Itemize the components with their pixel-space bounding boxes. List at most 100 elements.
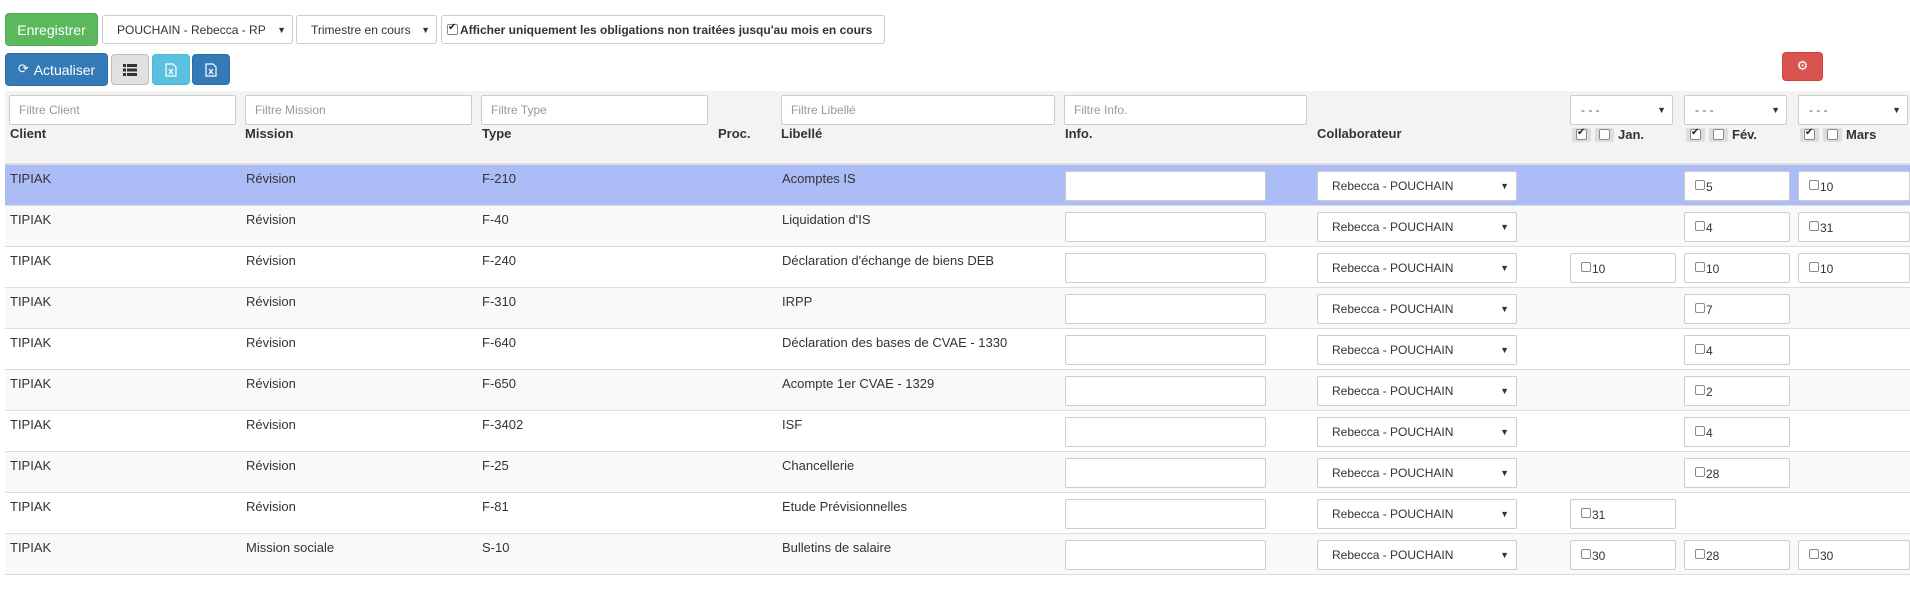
month-fev-cell[interactable]: 4 bbox=[1684, 212, 1790, 242]
check-all-mars-button[interactable] bbox=[1800, 127, 1819, 142]
month-mars-select-value: - - - bbox=[1809, 103, 1828, 117]
month-jan-checkbox[interactable] bbox=[1581, 549, 1591, 559]
uncheck-all-mars-button[interactable] bbox=[1823, 127, 1842, 142]
column-mission: Mission bbox=[245, 126, 294, 141]
check-all-fev-button[interactable] bbox=[1686, 127, 1705, 142]
month-mars-cell[interactable]: 30 bbox=[1798, 540, 1910, 570]
settings-button[interactable]: ⚙ bbox=[1782, 52, 1823, 81]
libelle-cell: Acomptes IS bbox=[782, 171, 856, 186]
export-excel-full-button[interactable] bbox=[192, 54, 230, 85]
collaborateur-select[interactable]: Rebecca - POUCHAIN ▼ bbox=[1317, 540, 1517, 570]
info-input[interactable] bbox=[1065, 294, 1266, 324]
month-mars-cell[interactable]: 10 bbox=[1798, 253, 1910, 283]
collaborateur-select[interactable]: Rebecca - POUCHAIN ▼ bbox=[1317, 376, 1517, 406]
month-fev-checkbox[interactable] bbox=[1695, 303, 1705, 313]
month-fev-checkbox[interactable] bbox=[1695, 262, 1705, 272]
refresh-button[interactable]: ⟳ Actualiser bbox=[5, 53, 108, 86]
month-fev-checkbox[interactable] bbox=[1695, 221, 1705, 231]
month-fev-checkbox[interactable] bbox=[1695, 180, 1705, 190]
libelle-cell: Acompte 1er CVAE - 1329 bbox=[782, 376, 935, 391]
collaborateur-select[interactable]: Rebecca - POUCHAIN ▼ bbox=[1317, 212, 1517, 242]
info-input[interactable] bbox=[1065, 417, 1266, 447]
month-jan-checkbox[interactable] bbox=[1581, 262, 1591, 272]
info-input[interactable] bbox=[1065, 376, 1266, 406]
month-jan-cell[interactable]: 10 bbox=[1570, 253, 1676, 283]
info-filter-input[interactable]: Filtre Info. bbox=[1064, 95, 1307, 125]
month-fev-checkbox[interactable] bbox=[1695, 344, 1705, 354]
collaborateur-select[interactable]: Rebecca - POUCHAIN ▼ bbox=[1317, 417, 1517, 447]
list-view-button[interactable] bbox=[111, 54, 149, 85]
mission-filter-input[interactable]: Filtre Mission bbox=[245, 95, 472, 125]
month-jan-cell[interactable]: 31 bbox=[1570, 499, 1676, 529]
month-fev-checkbox[interactable] bbox=[1695, 426, 1705, 436]
mission-cell: Révision bbox=[246, 294, 296, 309]
month-fev-cell[interactable]: 2 bbox=[1684, 376, 1790, 406]
type-filter-input[interactable]: Filtre Type bbox=[481, 95, 708, 125]
month-mars-select[interactable]: - - - ▼ bbox=[1798, 95, 1908, 125]
month-mars-cell[interactable]: 10 bbox=[1798, 171, 1910, 201]
libelle-filter-input[interactable]: Filtre Libellé bbox=[781, 95, 1055, 125]
month-mars-checkbox[interactable] bbox=[1809, 262, 1819, 272]
month-mars-checkbox[interactable] bbox=[1809, 180, 1819, 190]
client-cell: TIPIAK bbox=[10, 540, 52, 555]
month-fev-select-value: - - - bbox=[1695, 103, 1714, 117]
check-all-jan-button[interactable] bbox=[1572, 127, 1591, 142]
month-mars-cell[interactable]: 31 bbox=[1798, 212, 1910, 242]
collaborateur-select[interactable]: Rebecca - POUCHAIN ▼ bbox=[1317, 294, 1517, 324]
month-fev-checkbox[interactable] bbox=[1695, 385, 1705, 395]
month-fev-select[interactable]: - - - ▼ bbox=[1684, 95, 1787, 125]
only-untreated-checkbox[interactable] bbox=[447, 22, 458, 35]
collaborateur-value: Rebecca - POUCHAIN bbox=[1332, 343, 1454, 357]
collaborateur-select[interactable]: Rebecca - POUCHAIN ▼ bbox=[1317, 253, 1517, 283]
collaborateur-select[interactable]: Rebecca - POUCHAIN ▼ bbox=[1317, 458, 1517, 488]
only-untreated-filter[interactable]: Afficher uniquement les obligations non … bbox=[441, 15, 885, 44]
user-select[interactable]: POUCHAIN - Rebecca - RP ▼ bbox=[102, 15, 293, 44]
month-fev-cell[interactable]: 28 bbox=[1684, 458, 1790, 488]
table-row[interactable]: TIPIAK Révision F-3402 ISF Rebecca - POUCHAI… bbox=[5, 411, 1910, 452]
collaborateur-select[interactable]: Rebecca - POUCHAIN ▼ bbox=[1317, 335, 1517, 365]
table-row[interactable]: TIPIAK Révision F-25 Chancellerie Rebecca - … bbox=[5, 452, 1910, 493]
collaborateur-select[interactable]: Rebecca - POUCHAIN ▼ bbox=[1317, 171, 1517, 201]
month-fev-cell[interactable]: 7 bbox=[1684, 294, 1790, 324]
table-row[interactable]: TIPIAK Révision F-81 Etude Prévisionnelles R… bbox=[5, 493, 1910, 534]
table-row[interactable]: TIPIAK Révision F-310 IRPP Rebecca - POUCHAI… bbox=[5, 288, 1910, 329]
month-jan-cell[interactable]: 30 bbox=[1570, 540, 1676, 570]
month-jan-select[interactable]: - - - ▼ bbox=[1570, 95, 1673, 125]
column-client: Client bbox=[10, 126, 47, 141]
period-select[interactable]: Trimestre en cours ▼ bbox=[296, 15, 437, 44]
month-jan-checkbox[interactable] bbox=[1581, 508, 1591, 518]
month-fev-checkbox[interactable] bbox=[1695, 467, 1705, 477]
uncheck-all-fev-button[interactable] bbox=[1709, 127, 1728, 142]
month-fev-cell[interactable]: 4 bbox=[1684, 335, 1790, 365]
save-button[interactable]: Enregistrer bbox=[5, 13, 98, 46]
table-row[interactable]: TIPIAK Révision F-640 Déclaration des bases… bbox=[5, 329, 1910, 370]
collaborateur-select[interactable]: Rebecca - POUCHAIN ▼ bbox=[1317, 499, 1517, 529]
month-fev-checkbox[interactable] bbox=[1695, 549, 1705, 559]
info-input[interactable] bbox=[1065, 335, 1266, 365]
month-fev-cell[interactable]: 5 bbox=[1684, 171, 1790, 201]
info-input[interactable] bbox=[1065, 171, 1266, 201]
chevron-down-icon: ▼ bbox=[1500, 468, 1509, 478]
month-mars-checkbox[interactable] bbox=[1809, 549, 1819, 559]
table-row[interactable]: TIPIAK Révision F-210 Acomptes IS Rebecca - … bbox=[5, 165, 1910, 206]
table-row[interactable]: TIPIAK Révision F-650 Acompte 1er CVAE - 13… bbox=[5, 370, 1910, 411]
month-fev-cell[interactable]: 10 bbox=[1684, 253, 1790, 283]
uncheck-all-jan-button[interactable] bbox=[1595, 127, 1614, 142]
table-row[interactable]: TIPIAK Révision F-240 Déclaration d'échange… bbox=[5, 247, 1910, 288]
info-input[interactable] bbox=[1065, 499, 1266, 529]
info-input[interactable] bbox=[1065, 540, 1266, 570]
month-fev-cell[interactable]: 4 bbox=[1684, 417, 1790, 447]
chevron-down-icon: ▼ bbox=[1500, 222, 1509, 232]
month-jan-day: 10 bbox=[1592, 262, 1606, 276]
export-excel-button[interactable] bbox=[152, 54, 190, 85]
month-mars-checkbox[interactable] bbox=[1809, 221, 1819, 231]
month-fev-day: 10 bbox=[1706, 262, 1720, 276]
table-row[interactable]: TIPIAK Révision F-40 Liquidation d'IS Rebecc… bbox=[5, 206, 1910, 247]
month-fev-cell[interactable]: 28 bbox=[1684, 540, 1790, 570]
type-cell: F-240 bbox=[482, 253, 516, 268]
info-input[interactable] bbox=[1065, 253, 1266, 283]
info-input[interactable] bbox=[1065, 212, 1266, 242]
table-row[interactable]: TIPIAK Mission sociale S-10 Bulletins de sa… bbox=[5, 534, 1910, 575]
info-input[interactable] bbox=[1065, 458, 1266, 488]
client-filter-input[interactable]: Filtre Client bbox=[9, 95, 236, 125]
